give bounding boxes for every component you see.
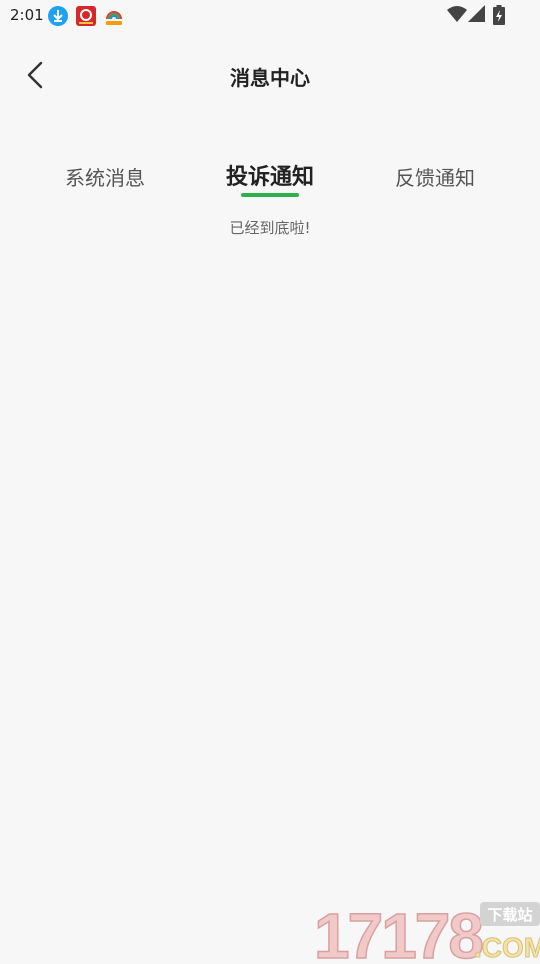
svg-text:下载站: 下载站 <box>487 906 532 924</box>
download-icon <box>48 6 68 26</box>
svg-text:17178: 17178 <box>314 900 482 960</box>
tab-system-messages[interactable]: 系统消息 <box>45 162 165 198</box>
watermark-logo: 17178 下载站 .COM <box>313 898 540 964</box>
status-bar: 2:01 <box>0 0 540 32</box>
status-time: 2:01 <box>10 6 44 24</box>
wifi-icon <box>447 5 467 27</box>
app-red-icon <box>76 6 96 26</box>
signal-icon <box>468 5 486 27</box>
app-rainbow-icon <box>104 6 124 26</box>
tab-feedback-notices[interactable]: 反馈通知 <box>375 162 495 198</box>
svg-text:.COM: .COM <box>474 932 540 960</box>
active-tab-indicator <box>241 193 299 197</box>
battery-icon <box>493 5 505 29</box>
list-end-text: 已经到底啦! <box>229 219 311 237</box>
page-title: 消息中心 <box>230 66 310 90</box>
